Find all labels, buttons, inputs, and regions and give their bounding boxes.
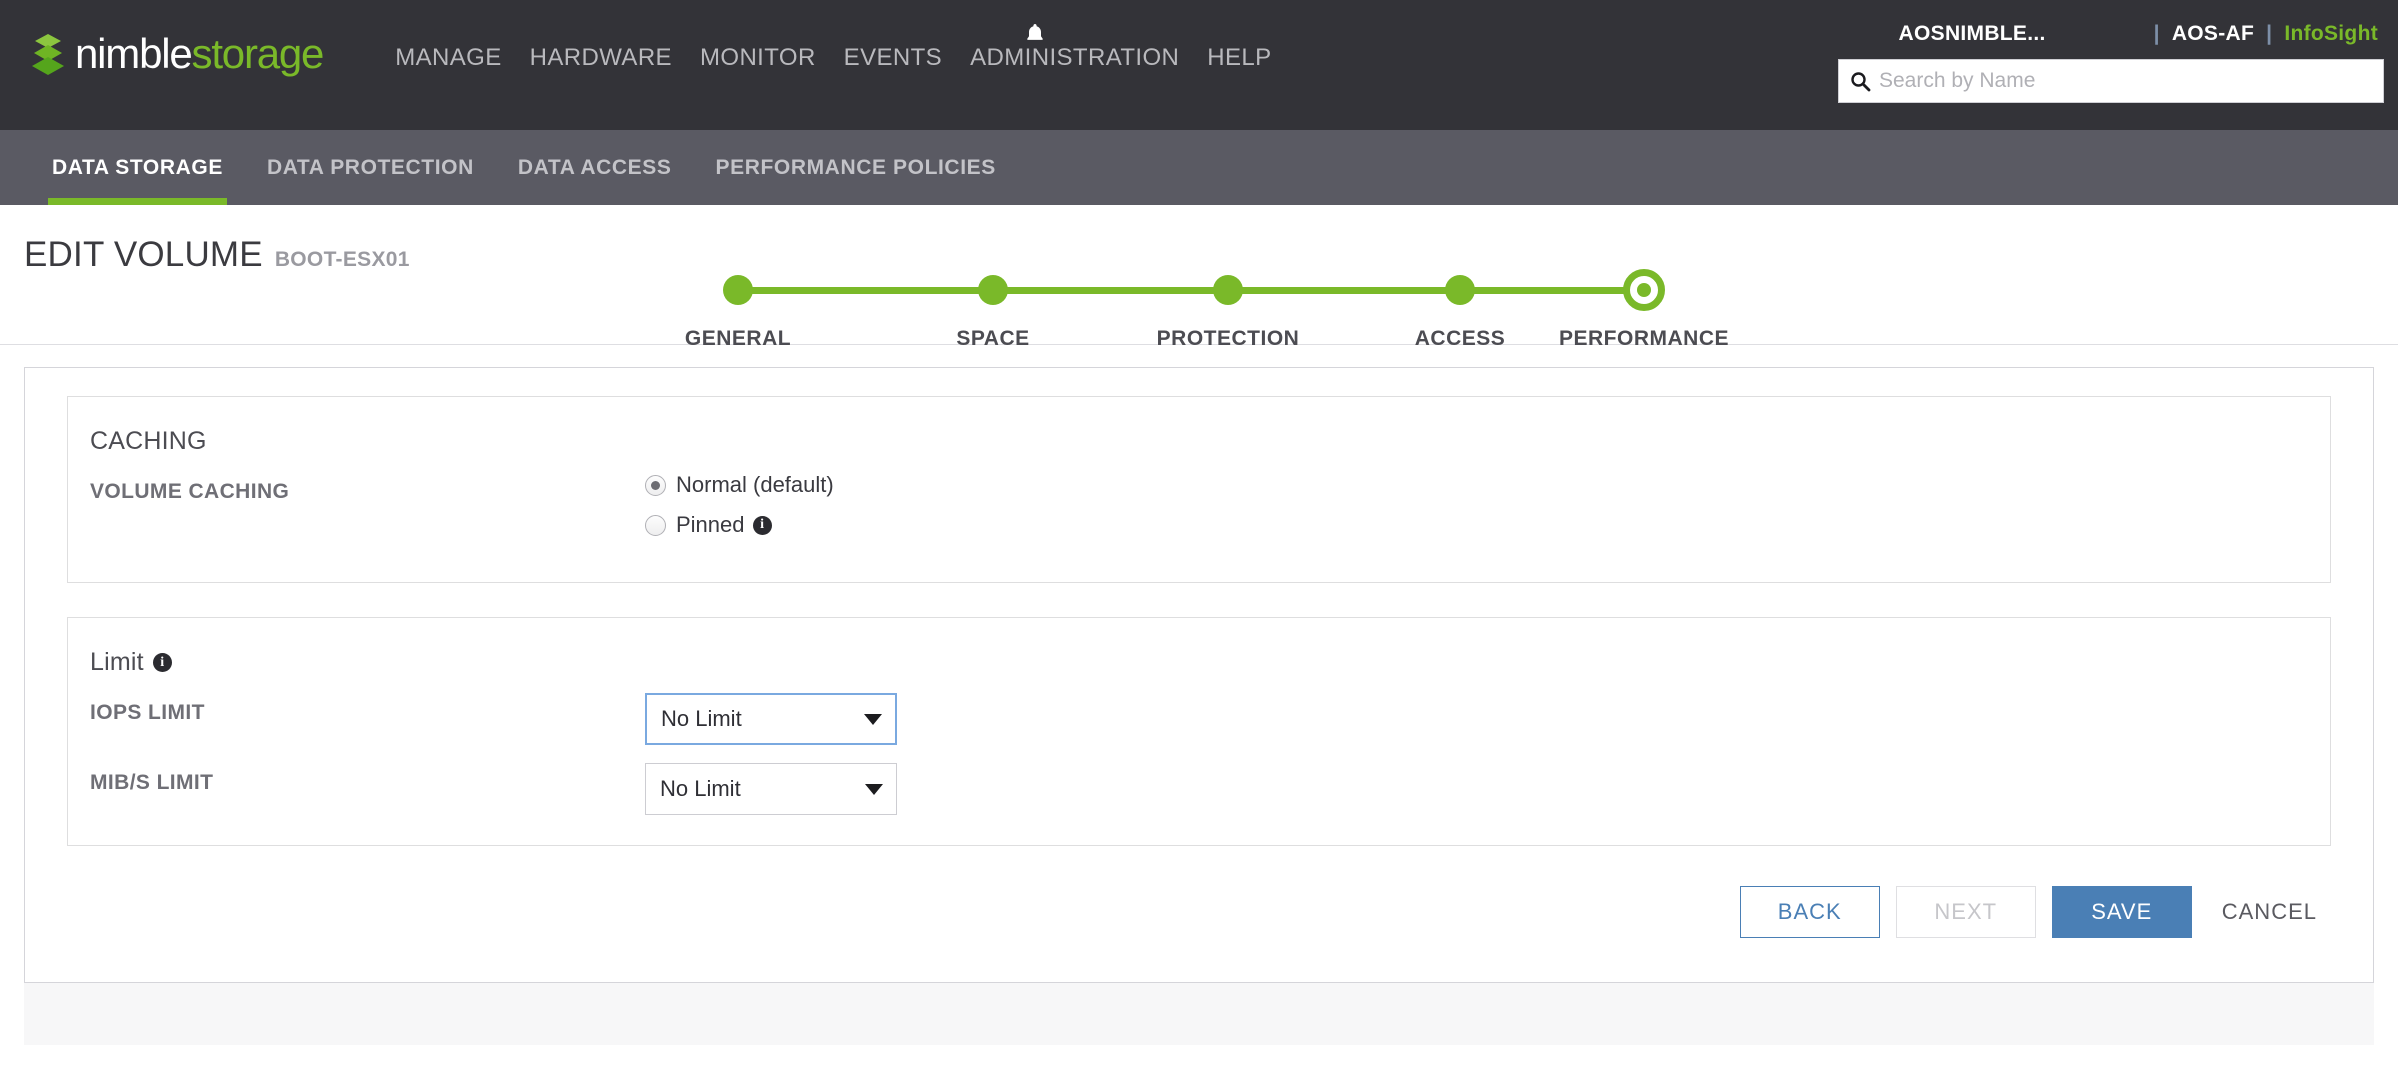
- next-button: NEXT: [1895, 886, 2036, 938]
- stacked-layers-icon: [28, 32, 68, 76]
- search-icon: [1849, 70, 1871, 92]
- save-button[interactable]: SAVE: [2051, 886, 2192, 938]
- tab-data-protection[interactable]: DATA PROTECTION: [267, 130, 474, 205]
- page-footer-strip: [24, 983, 2374, 1045]
- volume-caching-radio-group: Normal (default) Pinned i: [645, 472, 834, 552]
- mibs-limit-label: MIB/S LIMIT: [90, 771, 214, 794]
- section-tab-bar: DATA STORAGE DATA PROTECTION DATA ACCESS…: [0, 130, 2398, 205]
- radio-option-normal[interactable]: Normal (default): [645, 472, 834, 498]
- tab-performance-policies-label: PERFORMANCE POLICIES: [715, 155, 996, 179]
- radio-pinned-indicator[interactable]: [645, 514, 666, 536]
- wizard-step-label-space[interactable]: SPACE: [956, 327, 1029, 351]
- account-separator-1: |: [2153, 22, 2160, 45]
- page-header: EDIT VOLUME BOOT-ESX01 GENERAL SPACE PRO…: [0, 205, 2398, 350]
- radio-pinned-label-wrap: Pinned i: [676, 512, 772, 538]
- mibs-limit-select[interactable]: No Limit: [645, 763, 897, 815]
- page-title: EDIT VOLUME BOOT-ESX01: [24, 235, 410, 275]
- caching-panel: CACHING VOLUME CACHING Normal (default) …: [67, 396, 2331, 583]
- caching-panel-title: CACHING: [90, 427, 207, 455]
- brand-logo[interactable]: nimblestorage: [28, 30, 325, 78]
- account-separator-2: |: [2266, 22, 2273, 45]
- brand-storage: storage: [191, 30, 325, 77]
- tab-performance-policies[interactable]: PERFORMANCE POLICIES: [715, 130, 995, 205]
- infosight-link[interactable]: InfoSight: [2284, 22, 2378, 46]
- wizard-step-dot-space[interactable]: [978, 275, 1008, 305]
- tab-data-access-label: DATA ACCESS: [517, 155, 672, 179]
- iops-limit-label: IOPS LIMIT: [90, 701, 205, 724]
- nav-item-monitor[interactable]: MONITOR: [700, 44, 816, 72]
- limit-panel-title: Limit: [90, 648, 144, 676]
- limit-panel-title-row: Limit i: [90, 648, 2290, 677]
- chevron-down-icon-mibs: [865, 783, 883, 795]
- nav-item-events[interactable]: EVENTS: [844, 44, 942, 72]
- iops-limit-value: No Limit: [661, 706, 742, 731]
- chevron-down-icon-iops: [864, 713, 882, 725]
- tab-data-protection-label: DATA PROTECTION: [266, 155, 474, 179]
- tab-data-storage[interactable]: DATA STORAGE: [48, 130, 227, 205]
- wizard-step-dot-performance[interactable]: [1623, 269, 1665, 311]
- mibs-limit-value: No Limit: [660, 776, 741, 801]
- info-icon-pinned[interactable]: i: [752, 515, 772, 535]
- wizard-step-label-access[interactable]: ACCESS: [1415, 327, 1506, 351]
- tab-data-storage-label: DATA STORAGE: [52, 155, 223, 179]
- tab-data-access[interactable]: DATA ACCESS: [518, 130, 672, 205]
- iops-limit-select[interactable]: No Limit: [645, 693, 897, 745]
- wizard-step-dot-protection[interactable]: [1213, 275, 1243, 305]
- volume-caching-label: VOLUME CACHING: [90, 480, 290, 503]
- cancel-button[interactable]: CANCEL: [2207, 886, 2331, 938]
- wizard-step-dot-access[interactable]: [1445, 275, 1475, 305]
- content-area: CACHING VOLUME CACHING Normal (default) …: [0, 345, 2398, 983]
- iops-limit-row: IOPS LIMIT No Limit: [90, 693, 2290, 745]
- radio-pinned-label: Pinned: [676, 512, 745, 537]
- main-navigation: MANAGE HARDWARE MONITOR EVENTS ADMINISTR…: [395, 24, 1271, 72]
- wizard-current-step-inner-dot: [1637, 283, 1651, 297]
- nav-item-administration[interactable]: ADMINISTRATION: [970, 44, 1179, 72]
- page-title-text: EDIT VOLUME: [24, 235, 263, 274]
- brand-nimble: nimble: [75, 30, 193, 77]
- wizard-track: [738, 287, 1644, 294]
- account-array-name[interactable]: AOS-AF: [2172, 22, 2254, 46]
- mibs-limit-row: MIB/S LIMIT No Limit: [90, 763, 2290, 815]
- limit-panel: Limit i IOPS LIMIT No Limit MIB/S LIMIT …: [67, 617, 2331, 846]
- brand-wordmark: nimblestorage: [75, 30, 325, 78]
- account-user[interactable]: AOSNIMBLE...: [1899, 22, 2046, 46]
- wizard-step-dot-general[interactable]: [723, 275, 753, 305]
- wizard-actions: BACK NEXT SAVE CANCEL: [67, 880, 2331, 938]
- wizard-step-label-protection[interactable]: PROTECTION: [1157, 327, 1300, 351]
- wizard-step-label-performance[interactable]: PERFORMANCE: [1559, 327, 1729, 351]
- wizard-card: CACHING VOLUME CACHING Normal (default) …: [24, 367, 2374, 983]
- radio-normal-indicator[interactable]: [645, 474, 666, 496]
- top-header-bar: nimblestorage MANAGE HARDWARE MONITOR EV…: [0, 0, 2398, 130]
- back-button[interactable]: BACK: [1739, 886, 1880, 938]
- volume-caching-field-row: VOLUME CACHING Normal (default) Pinned i: [90, 472, 2290, 552]
- wizard-step-label-general[interactable]: GENERAL: [685, 327, 791, 351]
- page-title-subject: BOOT-ESX01: [274, 248, 410, 271]
- wizard-stepper: GENERAL SPACE PROTECTION ACCESS PERFORMA…: [680, 227, 1740, 350]
- radio-option-pinned[interactable]: Pinned i: [645, 512, 834, 538]
- account-area: AOSNIMBLE... | AOS-AF | InfoSight: [1824, 22, 2384, 103]
- radio-normal-label: Normal (default): [676, 472, 834, 497]
- nav-item-manage[interactable]: MANAGE: [395, 44, 501, 72]
- account-line: AOSNIMBLE... | AOS-AF | InfoSight: [1824, 22, 2384, 46]
- nav-item-hardware[interactable]: HARDWARE: [530, 44, 672, 72]
- search-input[interactable]: [1877, 68, 2373, 94]
- nav-item-help[interactable]: HELP: [1207, 44, 1271, 72]
- search-box[interactable]: [1838, 59, 2384, 103]
- info-icon-limit[interactable]: i: [152, 653, 172, 672]
- bell-icon[interactable]: [1022, 21, 1048, 47]
